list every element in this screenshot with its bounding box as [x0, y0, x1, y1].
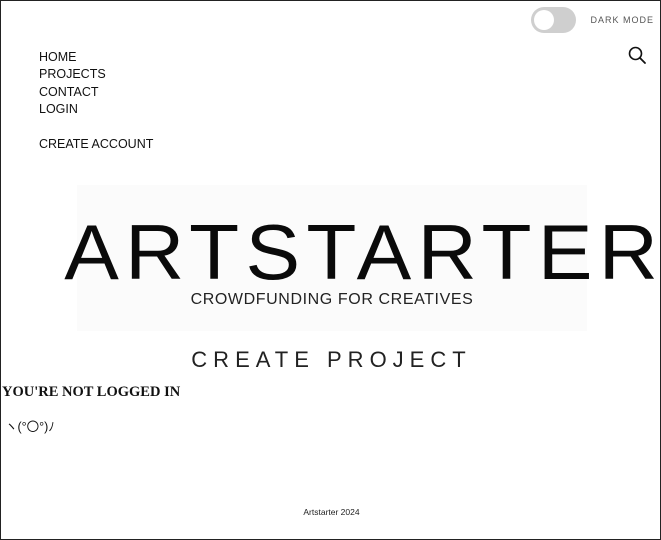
dark-mode-toggle-group: DARK MODE	[531, 7, 654, 33]
nav-projects-link[interactable]: PROJECTS	[39, 66, 153, 83]
nav-home-link[interactable]: HOME	[39, 49, 153, 66]
artstarter-banner: ARTSTARTER CROWDFUNDING FOR CREATIVES	[64, 185, 658, 331]
dark-mode-label: DARK MODE	[590, 15, 654, 25]
banner-logo-wordmark: ARTSTARTER	[64, 208, 661, 296]
kaomoji-text: ヽ(°〇°)ﾉ	[5, 420, 55, 434]
nav-create-account-link[interactable]: CREATE ACCOUNT	[39, 136, 153, 153]
search-icon[interactable]	[627, 45, 647, 65]
toggle-knob	[534, 10, 555, 30]
dark-mode-toggle[interactable]	[531, 7, 577, 33]
nav-login-link[interactable]: LOGIN	[39, 101, 153, 118]
main-nav: HOME PROJECTS CONTACT LOGIN CREATE ACCOU…	[39, 49, 153, 153]
footer-text: Artstarter 2024	[303, 507, 360, 517]
nav-contact-link[interactable]: CONTACT	[39, 84, 153, 101]
page-title: CREATE PROJECT	[191, 347, 472, 372]
banner-tagline: CROWDFUNDING FOR CREATIVES	[190, 291, 474, 308]
not-logged-in-message: YOU'RE NOT LOGGED IN	[2, 384, 181, 400]
